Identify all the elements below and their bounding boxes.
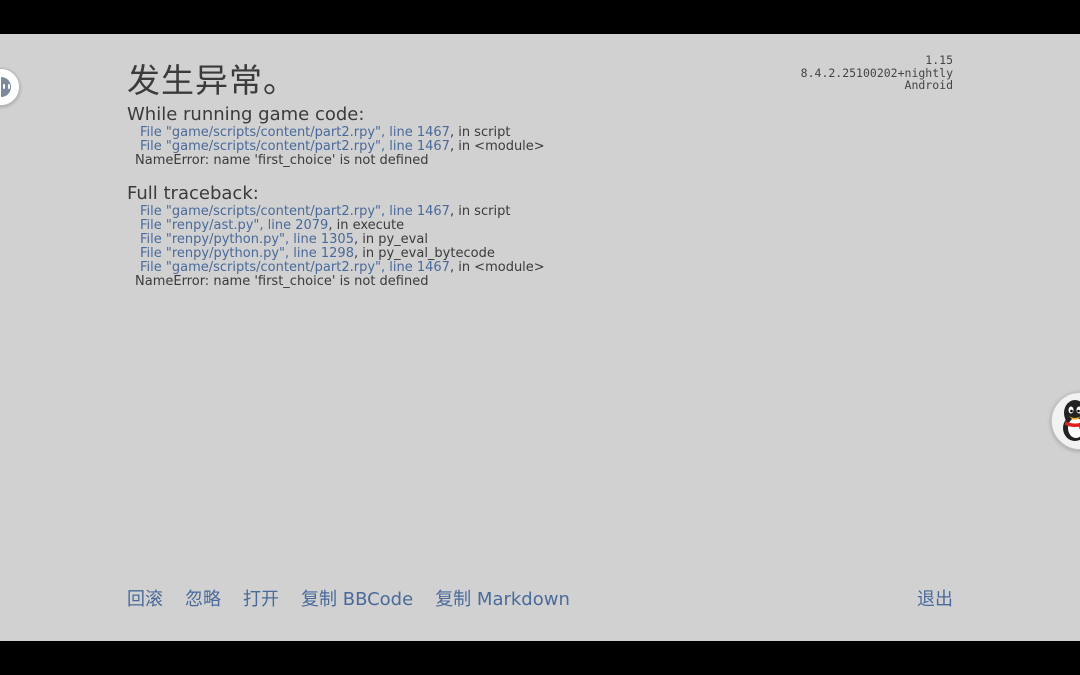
running-traceback-section: While running game code: File "game/scri… [127, 104, 545, 168]
traceback-frame-context: , in py_eval [353, 232, 428, 247]
traceback-frame: File "renpy/python.py", line 1298, in py… [127, 247, 545, 261]
page-title: 发生异常。 [127, 61, 297, 100]
qq-penguin-icon [1063, 400, 1080, 441]
traceback-frame-context: , in script [449, 204, 511, 219]
running-traceback-heading: While running game code: [127, 104, 365, 125]
traceback-file-link[interactable]: File "renpy/python.py", line 1298 [140, 246, 354, 261]
traceback-file-link[interactable]: File "game/scripts/content/part2.rpy", l… [140, 125, 450, 140]
traceback-frame-context: , in execute [328, 218, 405, 233]
chat-assistant-icon [1, 77, 11, 97]
traceback-frame: File "game/scripts/content/part2.rpy", l… [127, 205, 545, 219]
rollback-button[interactable]: 回滚 [127, 589, 163, 611]
traceback-frame-context: , in <module> [449, 260, 545, 275]
game-version: 1.15 [925, 53, 953, 67]
traceback-frame: File "renpy/python.py", line 1305, in py… [127, 233, 545, 247]
traceback-file-link[interactable]: File "renpy/python.py", line 1305 [140, 232, 354, 247]
traceback-frame: File "game/scripts/content/part2.rpy", l… [127, 140, 545, 154]
floating-assistant-button[interactable] [0, 68, 20, 106]
traceback-file-link[interactable]: File "renpy/ast.py", line 2079 [140, 218, 328, 233]
error-message: NameError: name 'first_choice' is not de… [135, 153, 429, 168]
open-button[interactable]: 打开 [243, 589, 279, 611]
platform-label: Android [904, 78, 953, 92]
traceback-frame-context: , in <module> [449, 139, 545, 154]
copy-markdown-button[interactable]: 复制 Markdown [435, 589, 570, 611]
quit-button[interactable]: 退出 [917, 589, 953, 611]
floating-qq-button[interactable] [1051, 392, 1080, 450]
full-traceback-section: Full traceback: File "game/scripts/conte… [127, 183, 545, 289]
traceback-file-link[interactable]: File "game/scripts/content/part2.rpy", l… [140, 139, 450, 154]
traceback-frame-context: , in script [449, 125, 511, 140]
traceback-frame: File "game/scripts/content/part2.rpy", l… [127, 126, 545, 140]
copy-bbcode-button[interactable]: 复制 BBCode [301, 589, 413, 611]
ignore-button[interactable]: 忽略 [185, 589, 221, 611]
full-traceback-heading: Full traceback: [127, 183, 259, 204]
error-message: NameError: name 'first_choice' is not de… [135, 274, 429, 289]
traceback-frame: File "renpy/ast.py", line 2079, in execu… [127, 219, 545, 233]
traceback-file-link[interactable]: File "game/scripts/content/part2.rpy", l… [140, 204, 450, 219]
traceback-frame: File "game/scripts/content/part2.rpy", l… [127, 261, 545, 275]
action-bar: 回滚 忽略 打开 复制 BBCode 复制 Markdown [127, 589, 592, 611]
error-screen: 发生异常。 1.15 8.4.2.25100202+nightly Androi… [0, 34, 1080, 641]
version-info: 1.15 8.4.2.25100202+nightly Android [801, 54, 953, 92]
traceback-file-link[interactable]: File "game/scripts/content/part2.rpy", l… [140, 260, 450, 275]
traceback-frame-context: , in py_eval_bytecode [353, 246, 495, 261]
